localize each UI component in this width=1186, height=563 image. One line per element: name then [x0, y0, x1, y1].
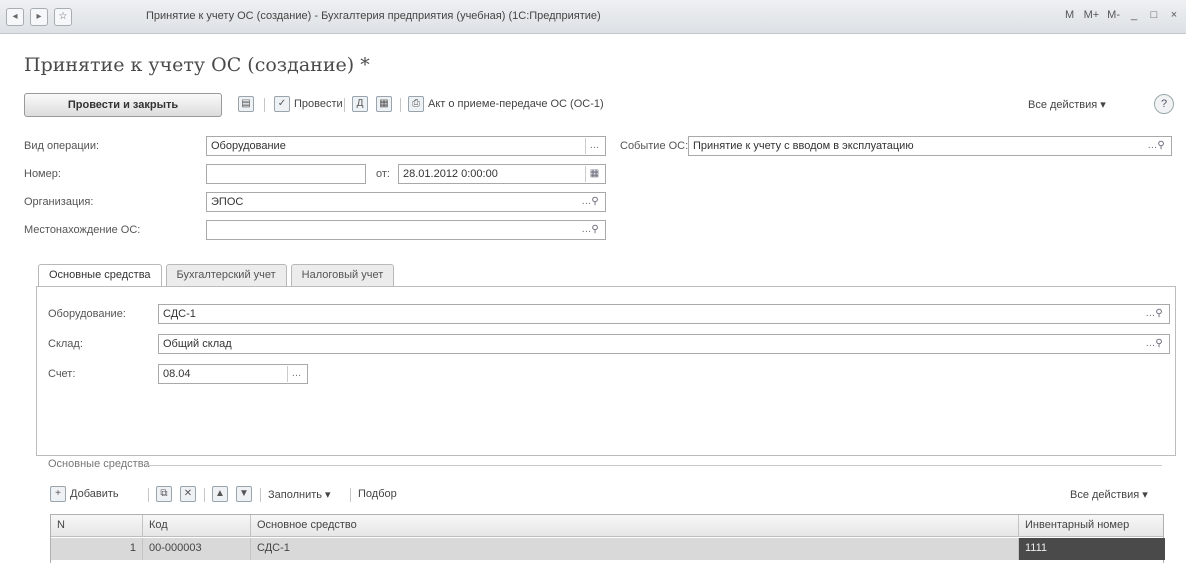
date-value: 28.01.2012 0:00:00 — [403, 168, 498, 180]
op-type-field[interactable]: Оборудование … — [206, 136, 606, 156]
column-header-asset[interactable]: Основное средство — [251, 515, 1019, 537]
fill-button[interactable]: Заполнить ▾ — [268, 488, 331, 501]
org-value: ЭПОС — [211, 196, 244, 208]
toolbar-separator — [264, 98, 265, 112]
column-header-n[interactable]: N — [51, 515, 143, 537]
table-header: N Код Основное средство Инвентарный номе… — [51, 515, 1163, 537]
event-value: Принятие к учету с вводом в эксплуатацию — [693, 140, 914, 152]
warehouse-field[interactable]: Общий склад …⚲ — [158, 334, 1170, 354]
post-button[interactable]: Провести — [294, 98, 343, 110]
pick-button[interactable]: Подбор — [358, 488, 397, 500]
equipment-label: Оборудование: — [48, 308, 126, 320]
back-icon[interactable]: ◂ — [6, 8, 24, 26]
org-label: Организация: — [24, 196, 94, 208]
print-icon[interactable]: ⎙ — [408, 96, 424, 112]
minimize-button[interactable]: _ — [1128, 9, 1140, 21]
toolbar-separator — [204, 488, 205, 502]
memory-m-button[interactable]: M — [1064, 9, 1076, 21]
all-actions-button[interactable]: Все действия ▾ — [1028, 98, 1106, 111]
warehouse-label: Склад: — [48, 338, 83, 350]
window-title-bar: ◂ ▸ ☆ Принятие к учету ОС (создание) - Б… — [0, 0, 1186, 34]
copy-icon[interactable]: ⧉ — [156, 486, 172, 502]
move-down-icon[interactable]: ▼ — [236, 486, 252, 502]
memory-plus-button[interactable]: M+ — [1084, 9, 1100, 21]
account-label: Счет: — [48, 368, 76, 380]
row-asset-name: СДС-1 — [251, 538, 1019, 560]
table-toolbar: + Добавить ⧉ ✕ ▲ ▼ Заполнить ▾ Подбор Вс… — [50, 484, 1164, 506]
fixed-assets-table: N Код Основное средство Инвентарный номе… — [50, 514, 1165, 563]
row-number: 1 — [51, 538, 143, 560]
toolbar-separator — [260, 488, 261, 502]
account-field[interactable]: 08.04 … — [158, 364, 308, 384]
toolbar-separator — [148, 488, 149, 502]
structure-icon[interactable]: ▦ — [376, 96, 392, 112]
date-field[interactable]: 28.01.2012 0:00:00 ▦ — [398, 164, 606, 184]
warehouse-value: Общий склад — [163, 338, 232, 350]
tab-strip: Основные средства Бухгалтерский учет Нал… — [38, 264, 395, 287]
event-label: Событие ОС: — [620, 140, 689, 152]
location-field[interactable]: …⚲ — [206, 220, 606, 240]
tab-tax[interactable]: Налоговый учет — [290, 264, 395, 286]
table-row[interactable]: 1 00-000003 СДС-1 1111 — [51, 538, 1165, 560]
delete-icon[interactable]: ✕ — [180, 486, 196, 502]
select-search-button[interactable]: …⚲ — [577, 194, 603, 210]
row-code: 00-000003 — [143, 538, 251, 560]
event-field[interactable]: Принятие к учету с вводом в эксплуатацию… — [688, 136, 1172, 156]
select-search-button[interactable]: …⚲ — [1143, 138, 1169, 154]
window-title: Принятие к учету ОС (создание) - Бухгалт… — [146, 10, 601, 22]
group-title: Основные средства — [48, 458, 150, 470]
group-divider — [146, 465, 1162, 466]
date-from-label: от: — [376, 168, 390, 180]
title-bar-controls-left: ◂ ▸ ☆ — [6, 8, 72, 26]
row-inventory-number[interactable]: 1111 — [1019, 538, 1165, 560]
act-os1-button[interactable]: Акт о приеме-передаче ОС (ОС-1) — [428, 98, 604, 110]
save-icon[interactable]: ▤ — [238, 96, 254, 112]
select-search-button[interactable]: …⚲ — [1141, 306, 1167, 322]
maximize-button[interactable]: □ — [1148, 9, 1160, 21]
select-search-button[interactable]: …⚲ — [577, 222, 603, 238]
location-label: Местонахождение ОС: — [24, 224, 141, 236]
number-field[interactable] — [206, 164, 366, 184]
org-field[interactable]: ЭПОС …⚲ — [206, 192, 606, 212]
toolbar-separator — [350, 488, 351, 502]
form-title: Принятие к учету ОС (создание) * — [24, 54, 370, 76]
equipment-value: СДС-1 — [163, 308, 196, 320]
table-all-actions-button[interactable]: Все действия ▾ — [1070, 488, 1148, 501]
select-button[interactable]: … — [287, 366, 305, 382]
post-and-close-button[interactable]: Провести и закрыть — [24, 93, 222, 117]
op-type-value: Оборудование — [211, 140, 286, 152]
movements-icon[interactable]: Д — [352, 96, 368, 112]
favorites-icon[interactable]: ☆ — [54, 8, 72, 26]
number-label: Номер: — [24, 168, 61, 180]
toolbar-separator — [344, 98, 345, 112]
close-button[interactable]: × — [1168, 9, 1180, 21]
add-button[interactable]: Добавить — [70, 488, 119, 500]
equipment-field[interactable]: СДС-1 …⚲ — [158, 304, 1170, 324]
move-up-icon[interactable]: ▲ — [212, 486, 228, 502]
memory-minus-button[interactable]: M- — [1107, 9, 1120, 21]
calendar-icon[interactable]: ▦ — [585, 166, 603, 182]
account-value: 08.04 — [163, 368, 191, 380]
form-toolbar: Провести и закрыть ▤ ✓ Провести Д ▦ ⎙ Ак… — [24, 90, 1174, 120]
help-icon[interactable]: ? — [1154, 94, 1174, 114]
select-button[interactable]: … — [585, 138, 603, 154]
toolbar-separator — [400, 98, 401, 112]
op-type-label: Вид операции: — [24, 140, 100, 152]
post-icon[interactable]: ✓ — [274, 96, 290, 112]
tab-accounting[interactable]: Бухгалтерский учет — [165, 264, 287, 286]
add-icon[interactable]: + — [50, 486, 66, 502]
tab-fixed-assets[interactable]: Основные средства — [38, 264, 162, 287]
select-search-button[interactable]: …⚲ — [1141, 336, 1167, 352]
column-header-code[interactable]: Код — [143, 515, 251, 537]
window-controls: M M+ M- _ □ × — [1064, 9, 1180, 21]
column-header-inventory-number[interactable]: Инвентарный номер — [1019, 515, 1165, 537]
forward-icon[interactable]: ▸ — [30, 8, 48, 26]
